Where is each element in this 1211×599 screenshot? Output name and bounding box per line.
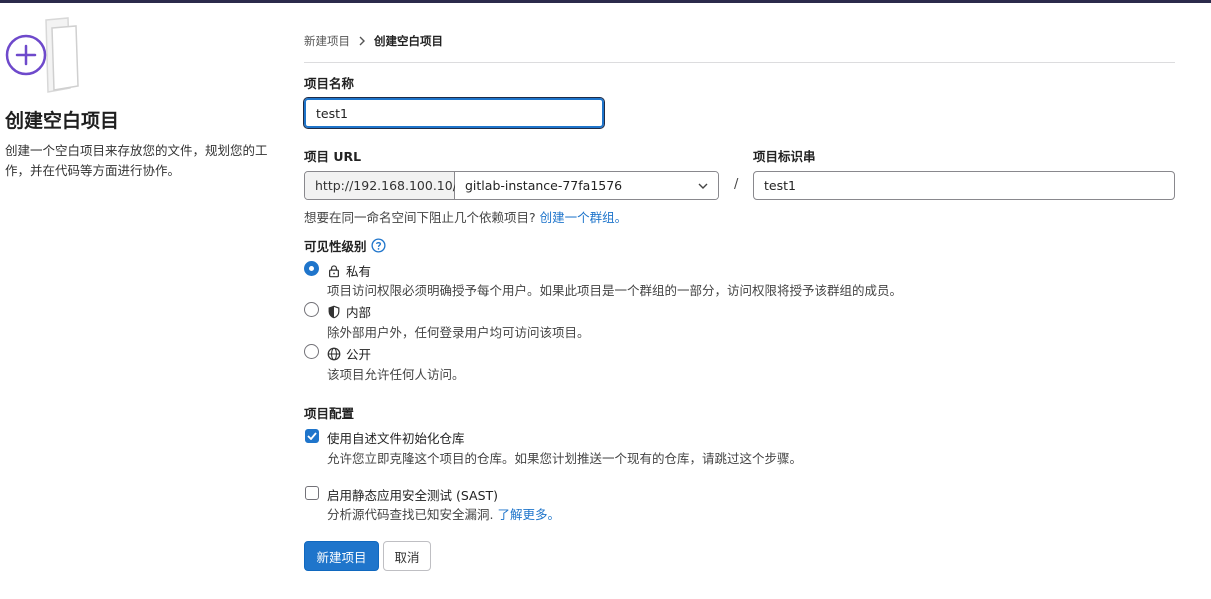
visibility-label-row: 可见性级别 xyxy=(304,236,386,255)
project-slug-value: test1 xyxy=(764,178,796,193)
visibility-public-label[interactable]: 公开 xyxy=(327,344,371,363)
globe-icon xyxy=(327,347,341,360)
cancel-button[interactable]: 取消 xyxy=(383,541,431,571)
project-slug-input[interactable]: test1 xyxy=(753,171,1175,200)
sast-label[interactable]: 启用静态应用安全测试 (SAST) xyxy=(327,485,498,504)
visibility-internal-label[interactable]: 内部 xyxy=(327,302,371,321)
project-name-input[interactable]: test1 xyxy=(303,97,605,129)
helper-text: 想要在同一命名空间下阻止几个依赖项目? xyxy=(304,210,536,225)
lock-icon xyxy=(329,264,339,277)
visibility-private-radio[interactable] xyxy=(304,261,319,276)
shield-icon xyxy=(328,305,340,318)
chevron-down-icon xyxy=(698,178,708,193)
new-project-illustration xyxy=(4,16,84,94)
top-navbar-edge xyxy=(0,0,1211,3)
question-icon[interactable] xyxy=(370,238,386,253)
project-name-value: test1 xyxy=(316,105,348,121)
create-project-button[interactable]: 新建项目 xyxy=(304,541,379,571)
namespace-value: gitlab-instance-77fa1576 xyxy=(465,178,623,193)
project-url-label: 项目 URL xyxy=(304,149,362,164)
visibility-label: 可见性级别 xyxy=(304,239,367,254)
visibility-internal-radio[interactable] xyxy=(304,302,319,317)
visibility-private-label[interactable]: 私有 xyxy=(327,261,371,280)
sast-desc-row: 分析源代码查找已知安全漏洞. 了解更多。 xyxy=(327,504,560,523)
breadcrumb-new-project[interactable]: 新建项目 xyxy=(304,33,350,49)
breadcrumb: 新建项目 创建空白项目 xyxy=(304,33,443,49)
panel-title: 创建空白项目 xyxy=(5,110,120,132)
url-separator: / xyxy=(734,177,739,192)
readme-label[interactable]: 使用自述文件初始化仓库 xyxy=(327,428,465,447)
project-name-label: 项目名称 xyxy=(304,76,355,91)
url-prefix: http://192.168.100.10/ xyxy=(305,172,457,199)
namespace-select[interactable]: gitlab-instance-77fa1576 xyxy=(455,172,718,199)
panel-description: 创建一个空白项目来存放您的文件，规划您的工作，并在代码等方面进行协作。 xyxy=(5,143,268,178)
create-group-link[interactable]: 创建一个群组。 xyxy=(540,210,628,225)
chevron-right-icon xyxy=(358,36,366,46)
visibility-private-desc: 项目访问权限必须明确授予每个用户。如果此项目是一个群组的一部分，访问权限将授予该… xyxy=(327,283,903,298)
sast-desc: 分析源代码查找已知安全漏洞. xyxy=(327,507,494,522)
project-url-group: http://192.168.100.10/ gitlab-instance-7… xyxy=(304,171,719,200)
check-icon xyxy=(307,432,317,440)
breadcrumb-current: 创建空白项目 xyxy=(374,34,443,48)
readme-checkbox[interactable] xyxy=(305,429,319,443)
group-helper-text: 想要在同一命名空间下阻止几个依赖项目? 创建一个群组。 xyxy=(304,207,627,226)
project-config-label: 项目配置 xyxy=(304,406,355,421)
header-divider xyxy=(304,62,1175,63)
sast-checkbox[interactable] xyxy=(305,486,319,500)
learn-more-link[interactable]: 了解更多。 xyxy=(497,507,560,522)
visibility-internal-desc: 除外部用户外，任何登录用户均可访问该项目。 xyxy=(327,325,590,340)
project-slug-label: 项目标识串 xyxy=(753,149,816,164)
readme-desc: 允许您立即克隆这个项目的仓库。如果您计划推送一个现有的仓库，请跳过这个步骤。 xyxy=(327,451,803,466)
visibility-public-desc: 该项目允许任何人访问。 xyxy=(327,367,465,382)
visibility-public-radio[interactable] xyxy=(304,344,319,359)
